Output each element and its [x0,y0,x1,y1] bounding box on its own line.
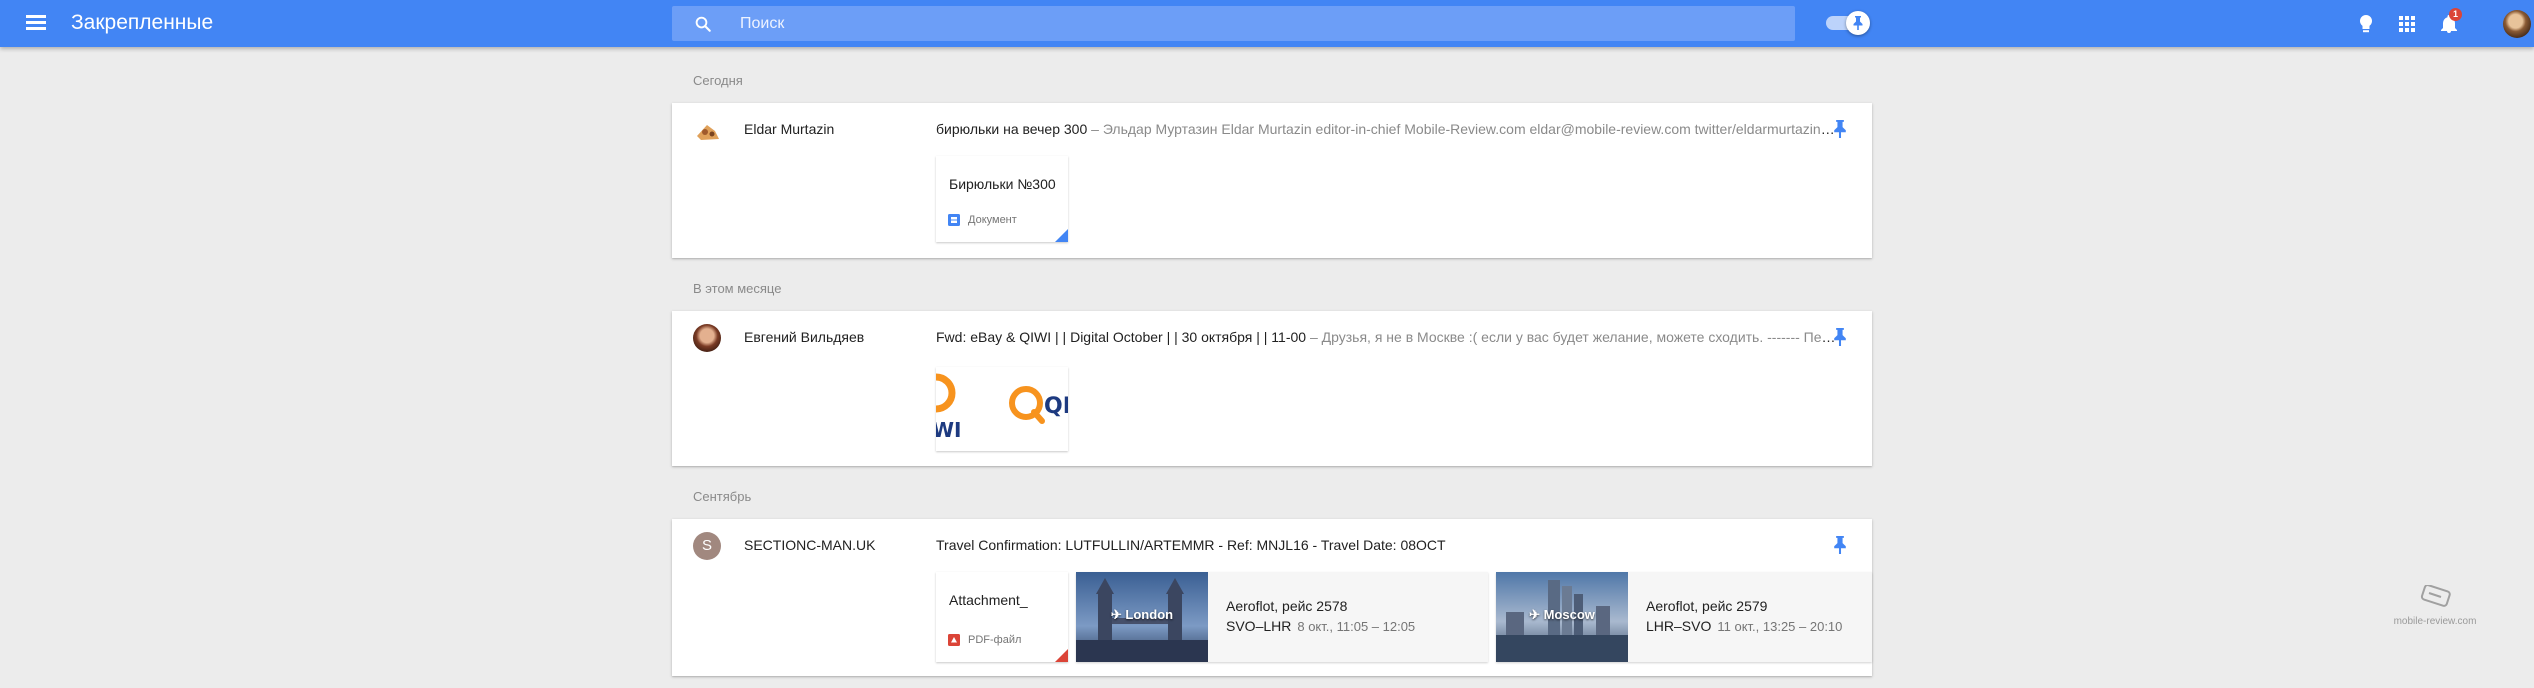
sender-name: Eldar Murtazin [744,121,835,137]
flight-card-london[interactable]: ✈ London Aeroflot, рейс 2578 SVO–LHR 8 ок… [1076,572,1488,662]
phone-logo-icon [2420,584,2451,607]
notifications-button[interactable]: 1 [2437,8,2462,36]
app-header: Закрепленные 1 [0,0,2534,47]
watermark-text: mobile-review.com [2393,616,2477,627]
message-snippet: – Друзья, я не в Москве :( если у вас бу… [1309,329,1836,345]
toggle-knob [1846,11,1870,35]
search-bar[interactable] [672,6,1795,41]
sender-name: SECTIONC-MAN.UK [744,537,876,553]
attachment-type: Документ [968,214,1017,226]
flight-time: 11 окт., 13:25 – 20:10 [1717,619,1843,634]
list-item[interactable]: S SECTIONC-MAN.UK Travel Confirmation: L… [672,519,1872,676]
sender-name: Евгений Вильдяев [744,329,865,345]
flight-route-line: SVO–LHR 8 окт., 11:05 – 12:05 [1226,618,1415,634]
pin-icon[interactable] [1832,120,1848,138]
avatar: S [693,532,721,560]
flight-time: 8 окт., 11:05 – 12:05 [1297,619,1416,634]
pdf-icon [948,634,960,646]
flight-route-line: LHR–SVO 11 окт., 13:25 – 20:10 [1646,618,1842,634]
attachment-type: PDF-файл [968,634,1022,646]
qiwi-logo-image: WI QI [936,367,1068,451]
docs-icon [948,214,960,226]
flight-city: ✈ London [1110,607,1174,622]
pdf-attachment[interactable]: Attachment_ PDF-файл [936,572,1068,662]
message-subject-line: Fwd: eBay & QIWI | | Digital October | |… [936,329,1836,345]
attachment-title: Бирюльки №300 [949,176,1056,192]
flight-card-moscow[interactable]: ✈ Moscow Aeroflot, рейс 2579 LHR–SVO 11 о… [1496,572,1872,662]
section-label-this-month: В этом месяце [693,281,782,296]
flight-name: Aeroflot, рейс 2578 [1226,598,1348,614]
avatar[interactable] [2503,10,2531,38]
pinned-toggle[interactable] [1826,11,1872,35]
flight-route: LHR–SVO [1646,618,1712,634]
message-subject: Fwd: eBay & QIWI | | Digital October | |… [936,329,1307,345]
message-subject: Travel Confirmation: LUTFULLIN/ARTEMMR -… [936,537,1446,553]
pin-icon [1853,16,1863,30]
search-icon [695,16,711,32]
avatar [697,125,719,140]
menu-icon[interactable] [24,12,48,34]
flight-name: Aeroflot, рейс 2579 [1646,598,1768,614]
message-subject-line: Travel Confirmation: LUTFULLIN/ARTEMMR -… [936,537,1836,553]
notification-badge: 1 [2449,8,2462,21]
section-label-september: Сентябрь [693,489,752,504]
search-input[interactable] [740,6,1780,41]
image-attachment[interactable]: WI QI [936,367,1068,451]
bulb-icon[interactable] [2354,12,2378,36]
page-title: Закрепленные [71,11,214,34]
pin-icon[interactable] [1832,328,1848,346]
svg-text:QI: QI [1044,394,1068,419]
message-subject-line: бирюльки на вечер 300 – Эльдар Муртазин … [936,121,1836,137]
pdf-corner [1055,649,1068,662]
section-label-today: Сегодня [693,73,743,88]
message-snippet: – Эльдар Муртазин Eldar Murtazin editor-… [1087,121,1836,137]
flight-route: SVO–LHR [1226,618,1292,634]
document-attachment[interactable]: Бирюльки №300 Документ [936,156,1068,242]
flight-city: ✈ Moscow [1529,607,1595,622]
attachment-title: Attachment_ [949,592,1028,608]
watermark: mobile-review.com [2390,584,2480,627]
message-subject: бирюльки на вечер 300 [936,121,1088,137]
list-item[interactable]: Евгений Вильдяев Fwd: eBay & QIWI | | Di… [672,311,1872,466]
avatar [693,324,721,352]
doc-corner [1055,229,1068,242]
svg-text:WI: WI [936,418,962,442]
list-item[interactable]: Eldar Murtazin бирюльки на вечер 300 – Э… [672,103,1872,258]
pin-icon[interactable] [1832,536,1848,554]
apps-grid-icon[interactable] [2395,12,2419,36]
